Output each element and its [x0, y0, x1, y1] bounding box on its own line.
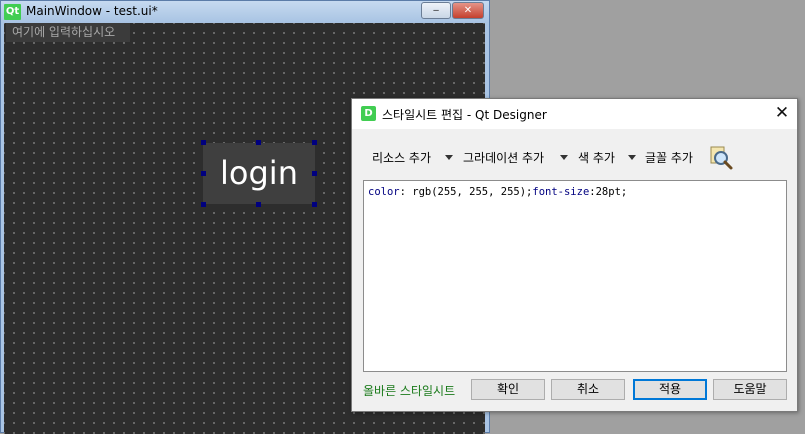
add-color-dropdown-icon[interactable] [628, 155, 636, 160]
add-gradient-button[interactable]: 그라데이션 추가 [463, 149, 544, 166]
stylesheet-editor-dialog: D 스타일시트 편집 - Qt Designer ✕ 리소스 추가 그라데이션 … [351, 98, 798, 412]
dialog-close-button[interactable]: ✕ [772, 103, 792, 123]
apply-button[interactable]: 적용 [633, 379, 707, 400]
selection-handle[interactable] [256, 140, 261, 145]
css-value: :28pt; [589, 186, 628, 198]
font-magnifier-icon[interactable] [708, 145, 734, 171]
dialog-title: 스타일시트 편집 - Qt Designer [382, 108, 547, 122]
add-resource-dropdown-icon[interactable] [445, 155, 453, 160]
selection-handle[interactable] [312, 171, 317, 176]
selection-handle[interactable] [201, 171, 206, 176]
ok-button[interactable]: 확인 [471, 379, 545, 400]
stylesheet-text-editor[interactable]: color: rgb(255, 255, 255);font-size:28pt… [363, 180, 787, 372]
minimize-button[interactable]: ‒ [421, 2, 451, 19]
css-property: color [368, 186, 400, 198]
cancel-button[interactable]: 취소 [551, 379, 625, 400]
dialog-titlebar[interactable]: D 스타일시트 편집 - Qt Designer ✕ [352, 99, 797, 129]
add-resource-button[interactable]: 리소스 추가 [372, 149, 431, 166]
designer-app-icon: D [361, 106, 376, 121]
selection-handle[interactable] [201, 202, 206, 207]
close-button[interactable]: ✕ [452, 2, 484, 19]
selection-handle[interactable] [201, 140, 206, 145]
main-window-titlebar[interactable]: Qt MainWindow - test.ui* ‒ ✕ [1, 1, 489, 23]
line-edit-widget[interactable]: 여기에 입력하십시오 [6, 23, 130, 42]
qt-logo-icon: Qt [4, 4, 21, 20]
selection-handle[interactable] [256, 202, 261, 207]
css-value: : rgb(255, 255, 255); [399, 186, 533, 198]
css-property: font-size [532, 186, 590, 198]
add-font-button[interactable]: 글꼴 추가 [645, 149, 693, 166]
add-gradient-dropdown-icon[interactable] [560, 155, 568, 160]
login-label: login [220, 154, 298, 192]
selection-handle[interactable] [312, 202, 317, 207]
login-label-widget[interactable]: login [203, 143, 315, 204]
help-button[interactable]: 도움말 [713, 379, 787, 400]
add-color-button[interactable]: 색 추가 [578, 149, 615, 166]
selection-handle[interactable] [312, 140, 317, 145]
stylesheet-valid-status: 올바른 스타일시트 [363, 384, 456, 398]
main-window-title: MainWindow - test.ui* [26, 4, 158, 18]
stylesheet-toolbar: 리소스 추가 그라데이션 추가 색 추가 글꼴 추가 [352, 143, 797, 173]
